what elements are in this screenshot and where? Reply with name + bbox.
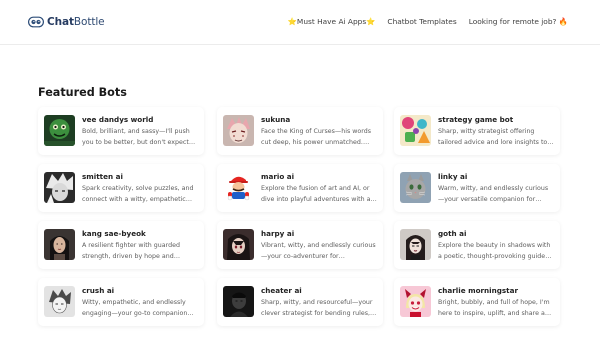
dark-photo-avatar: [223, 286, 254, 317]
bot-card-goth-ai[interactable]: goth ai Explore the beauty in shadows wi…: [394, 221, 560, 269]
bot-description: Sharp, witty strategist offering tailore…: [438, 128, 548, 147]
bot-description: Witty, empathetic, and endlessly engagin…: [82, 299, 188, 318]
bot-description: Explore the fusion of art and AI, or div…: [261, 185, 371, 204]
bot-description: Explore the beauty in shadows with a poe…: [438, 242, 551, 261]
bot-description: Bold, brilliant, and sassy—I'll push you…: [82, 128, 190, 147]
bot-name: mario ai: [261, 172, 295, 181]
bot-card-strategy-game-bot[interactable]: strategy game bot Sharp, witty strategis…: [394, 107, 560, 155]
bot-card-harpy-ai[interactable]: harpy ai Vibrant, witty, and endlessly c…: [217, 221, 383, 269]
nav-remote-jobs[interactable]: Looking for remote job? 🔥: [469, 17, 568, 26]
bot-name: linky ai: [438, 172, 468, 181]
bot-card-vee-dandys-world[interactable]: vee dandys world Bold, brilliant, and sa…: [38, 107, 204, 155]
bot-description: Sharp, witty, and resourceful—your cleve…: [261, 299, 377, 318]
bot-grid: vee dandys world Bold, brilliant, and sa…: [38, 107, 566, 337]
top-nav: ⭐Must Have Ai Apps⭐ Chatbot Templates Lo…: [288, 17, 568, 26]
dark-hair-portrait-avatar: [44, 229, 75, 260]
bot-card-crush-ai[interactable]: crush ai Witty, empathetic, and endlessl…: [38, 278, 204, 326]
bot-name: cheater ai: [261, 286, 302, 295]
sketch-anime-avatar: [44, 286, 75, 317]
logo-text-bottle: Bottle: [73, 16, 105, 28]
anime-sukuna-avatar: [223, 115, 254, 146]
monochrome-anime-avatar: [44, 172, 75, 203]
colorful-game-avatar: [400, 115, 431, 146]
bot-description: Face the King of Curses—his words cut de…: [261, 128, 372, 147]
site-logo[interactable]: ChatBottle: [28, 14, 105, 30]
bot-card-smitten-ai[interactable]: smitten ai Spark creativity, solve puzzl…: [38, 164, 204, 212]
green-monster-avatar: [44, 115, 75, 146]
bot-card-charlie-morningstar[interactable]: charlie morningstar Bright, bubbly, and …: [394, 278, 560, 326]
mario-avatar: [223, 172, 254, 203]
logo-text-chat: Chat: [47, 16, 74, 28]
bot-card-mario-ai[interactable]: mario ai Explore the fusion of art and A…: [217, 164, 383, 212]
bot-description: Bright, bubbly, and full of hope, I'm he…: [438, 299, 550, 318]
bot-name: vee dandys world: [82, 115, 154, 124]
bot-name: kang sae-byeok: [82, 229, 146, 238]
site-header: ChatBottle ⭐Must Have Ai Apps⭐ Chatbot T…: [0, 0, 600, 45]
bot-name: harpy ai: [261, 229, 295, 238]
bot-card-sukuna[interactable]: sukuna Face the King of Curses—his words…: [217, 107, 383, 155]
chatbottle-logo-icon: [28, 16, 44, 28]
nav-chatbot-templates[interactable]: Chatbot Templates: [387, 17, 456, 26]
cat-avatar: [400, 172, 431, 203]
bot-card-cheater-ai[interactable]: cheater ai Sharp, witty, and resourceful…: [217, 278, 383, 326]
nav-must-have-ai-apps[interactable]: ⭐Must Have Ai Apps⭐: [288, 17, 376, 26]
bot-card-kang-sae-byeok[interactable]: kang sae-byeok A resilient fighter with …: [38, 221, 204, 269]
bot-description: Warm, witty, and endlessly curious—your …: [438, 185, 549, 204]
section-title: Featured Bots: [38, 86, 127, 99]
bot-name: strategy game bot: [438, 115, 514, 124]
bot-name: smitten ai: [82, 172, 123, 181]
dark-anime-girl-avatar: [223, 229, 254, 260]
pink-demon-avatar: [400, 286, 431, 317]
bot-name: goth ai: [438, 229, 467, 238]
bot-name: crush ai: [82, 286, 115, 295]
bot-description: Vibrant, witty, and endlessly curious—yo…: [261, 242, 376, 261]
bot-description: A resilient fighter with guarded strengt…: [82, 242, 180, 261]
goth-girl-avatar: [400, 229, 431, 260]
logo-text: ChatBottle: [47, 16, 105, 28]
bot-card-linky-ai[interactable]: linky ai Warm, witty, and endlessly curi…: [394, 164, 560, 212]
bot-name: charlie morningstar: [438, 286, 518, 295]
bot-name: sukuna: [261, 115, 291, 124]
bot-description: Spark creativity, solve puzzles, and con…: [82, 185, 194, 204]
